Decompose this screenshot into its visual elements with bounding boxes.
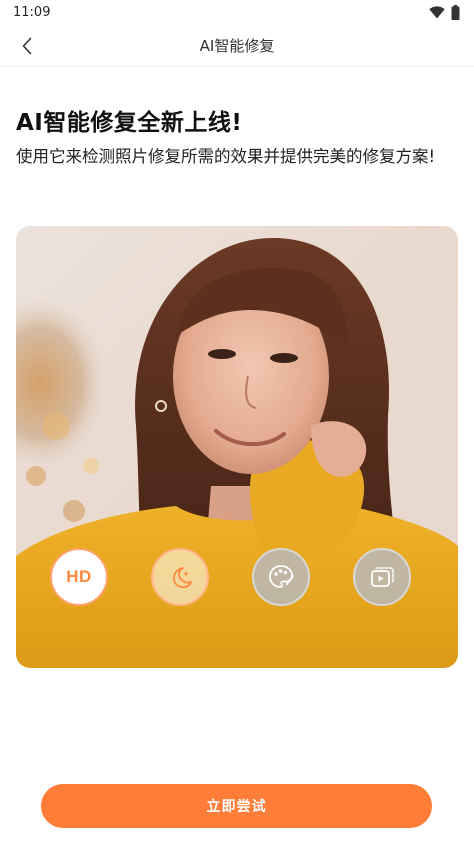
video-icon [371,567,394,587]
description-text: 使用它来检测照片修复所需的效果并提供完美的修复方案! [16,147,436,166]
back-arrow-icon [22,37,32,55]
try-now-button[interactable]: 立即尝试 [41,784,432,828]
night-mode-button[interactable] [151,548,209,606]
status-bar: 11:09 [0,0,474,24]
palette-icon [269,565,294,588]
moon-icon [172,567,192,589]
wifi-icon [429,5,445,18]
page-title: AI智能修复 [199,36,275,55]
video-restore-button[interactable] [353,548,411,606]
colorize-button[interactable] [252,548,310,606]
battery-icon [451,4,460,20]
photo-preview: HD [16,226,458,668]
nav-bar: AI智能修复 [0,24,474,67]
status-icons [429,4,460,20]
hd-enhance-button[interactable]: HD [50,548,108,606]
hd-icon: HD [66,567,92,586]
back-button[interactable] [14,33,40,59]
headline: AI智能修复全新上线! [16,110,243,136]
status-time: 11:09 [13,4,51,20]
